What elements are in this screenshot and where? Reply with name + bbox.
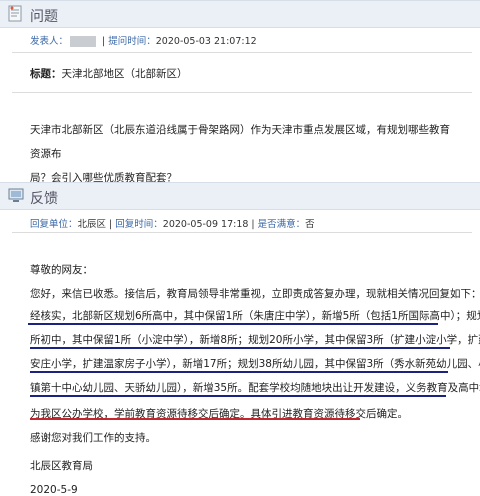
reply-line: 安庄小学，扩建温家房子小学），新增17所；规划38所幼儿园，其中保留3所（秀水新…	[30, 358, 480, 370]
asker-label: 发表人：	[30, 36, 69, 47]
reply-line: 感谢您对我们工作的支持。	[30, 432, 156, 444]
reply-line: 2020-5-9	[30, 484, 78, 496]
reply-time-label: 回复时间：	[115, 219, 163, 230]
question-body: 天津市北部新区（北辰东道沿线属于骨架路网）作为天津市重点发展区域，有规划哪些教育…	[30, 118, 460, 190]
subject-value: 天津北部地区（北部新区）	[61, 68, 188, 80]
asker-name-redacted	[70, 36, 97, 47]
reply-line: 镇第十中心幼儿园、天骄幼儿园），新增35所。配套学校均随地块出让开发建设，义务教…	[30, 382, 480, 394]
divider	[12, 92, 472, 93]
divider	[12, 232, 472, 233]
reply-line: 北辰区教育局	[30, 460, 93, 472]
underline-mark	[30, 347, 450, 349]
satisfied-label: 是否满意：	[257, 219, 306, 230]
feedback-section-title: 反馈	[30, 191, 58, 207]
computer-icon	[8, 188, 24, 202]
reply-line: 尊敬的网友：	[30, 264, 93, 276]
document-icon	[8, 5, 22, 22]
subject-label: 标题：	[30, 68, 62, 80]
satisfied-value: 否	[305, 219, 315, 230]
question-meta: 发表人： | 提问时间：2020-05-03 21:07:12	[30, 36, 257, 47]
reply-time-value: 2020-05-09 17:18	[162, 219, 249, 230]
question-subject: 标题：天津北部地区（北部新区）	[30, 66, 188, 81]
question-body-line: 天津市北部新区（北辰东道沿线属于骨架路网）作为天津市重点发展区域，有规划哪些教育…	[30, 124, 450, 160]
underline-mark	[30, 371, 448, 373]
reply-unit-label: 回复单位：	[30, 219, 78, 230]
underline-mark	[28, 323, 438, 325]
reply-line: 您好，来信已收悉。接信后，教育局领导非常重视，立即责成答复办理，现就相关情况回复…	[30, 288, 480, 300]
feedback-section-header: 反馈	[0, 182, 480, 210]
reply-line: 所初中，其中保留1所（小淀中学），新增8所；规划20所小学，其中保留3所（扩建小…	[30, 334, 480, 346]
underline-mark	[30, 395, 446, 397]
reply-line: 经核实，北部新区规划6所高中，其中保留1所（朱唐庄中学），新增5所（包括1所国际…	[30, 310, 480, 322]
divider	[12, 52, 472, 53]
question-section-header: 问题	[0, 0, 480, 28]
question-time-label: 提问时间：	[108, 36, 156, 47]
feedback-meta: 回复单位：北辰区 | 回复时间：2020-05-09 17:18 | 是否满意：…	[30, 219, 315, 230]
underline-mark	[30, 418, 360, 420]
question-time-value: 2020-05-03 21:07:12	[155, 36, 257, 47]
reply-unit-value: 北辰区	[77, 219, 107, 230]
question-section-title: 问题	[30, 9, 58, 25]
